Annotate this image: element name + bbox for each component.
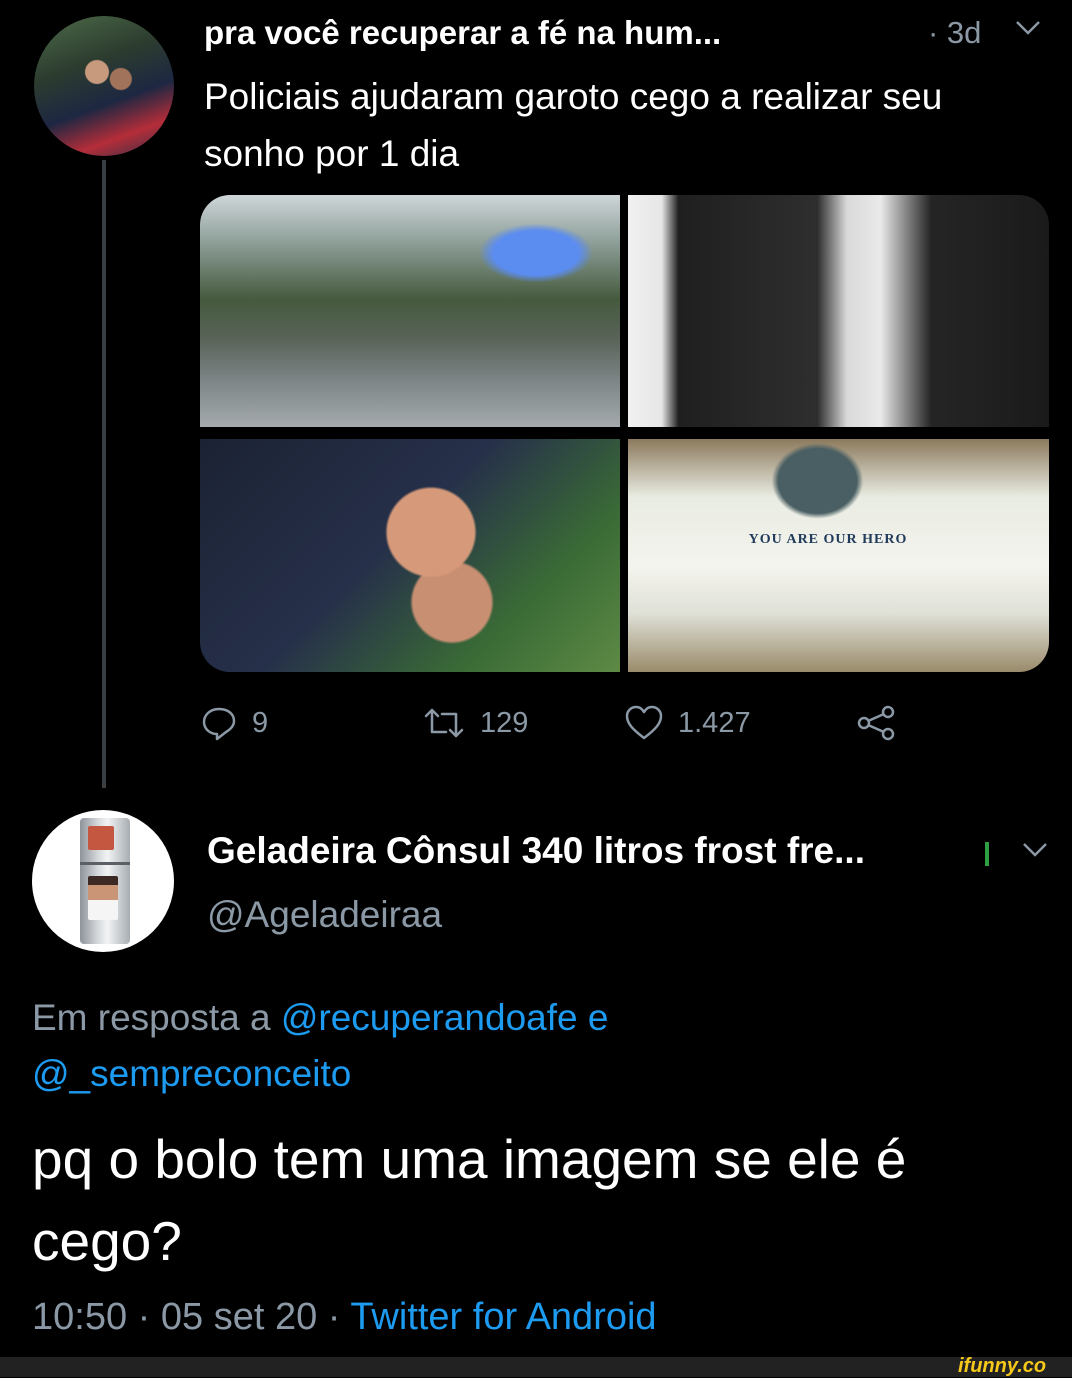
like-count: 1.427 [678,706,751,739]
fridge-picture [80,818,130,944]
tweet-text: Policiais ajudaram garoto cego a realiza… [204,76,943,174]
retweet-count: 129 [480,706,529,739]
like-button[interactable]: 1.427 [624,704,751,742]
date: 05 set 20 [160,1296,318,1338]
mention-link[interactable]: @recuperandoafe [281,997,578,1038]
mention-conjunction: e [587,997,609,1038]
thread-line [102,160,106,788]
tweet-actions: 9 129 1.427 [200,704,920,748]
cake-inscription: YOU ARE OUR HERO [748,532,908,547]
replying-to-label: Em resposta a [32,997,271,1038]
share-icon [857,705,895,741]
chevron-down-icon[interactable] [1015,20,1041,36]
replying-to: Em resposta a @recuperandoafe e @_sempre… [32,990,1042,1102]
source-link[interactable]: Twitter for Android [350,1296,656,1338]
reply-author-handle[interactable]: @Ageladeiraa [207,894,442,936]
mention-link[interactable]: @_sempreconceito [32,1053,351,1094]
chevron-down-icon[interactable] [1022,842,1048,858]
reply-button[interactable]: 9 [200,704,268,742]
watermark: ifunny.co [958,1355,1047,1377]
author-name[interactable]: pra você recuperar a fé na hum... [204,14,721,52]
media-grid: YOU ARE OUR HERO [200,195,1049,672]
tweet-timestamp: 10:50 · 05 set 20 · Twitter for Android [32,1296,657,1338]
reply-tweet-text: pq o bolo tem uma imagem se ele é cego? [32,1128,907,1272]
photo-holding-hands[interactable] [628,195,1049,427]
bottom-bar [0,1357,1072,1377]
time: 10:50 [32,1296,128,1338]
reply-author-avatar[interactable] [32,810,174,952]
tweet-time: · 3d [928,15,982,50]
reply-count: 9 [252,706,269,739]
photo-police-car[interactable] [200,195,620,427]
retweet-icon [424,708,464,738]
heart-icon [625,705,663,740]
verified-badge-fragment [985,842,989,866]
retweet-button[interactable]: 129 [422,704,528,742]
reply-icon [202,707,236,741]
share-button[interactable] [856,704,896,742]
photo-cake[interactable]: YOU ARE OUR HERO [628,439,1049,672]
reply-author-name[interactable]: Geladeira Cônsul 340 litros frost fre... [207,830,865,872]
photo-officer-hug[interactable] [200,439,620,672]
author-avatar[interactable] [34,16,174,156]
